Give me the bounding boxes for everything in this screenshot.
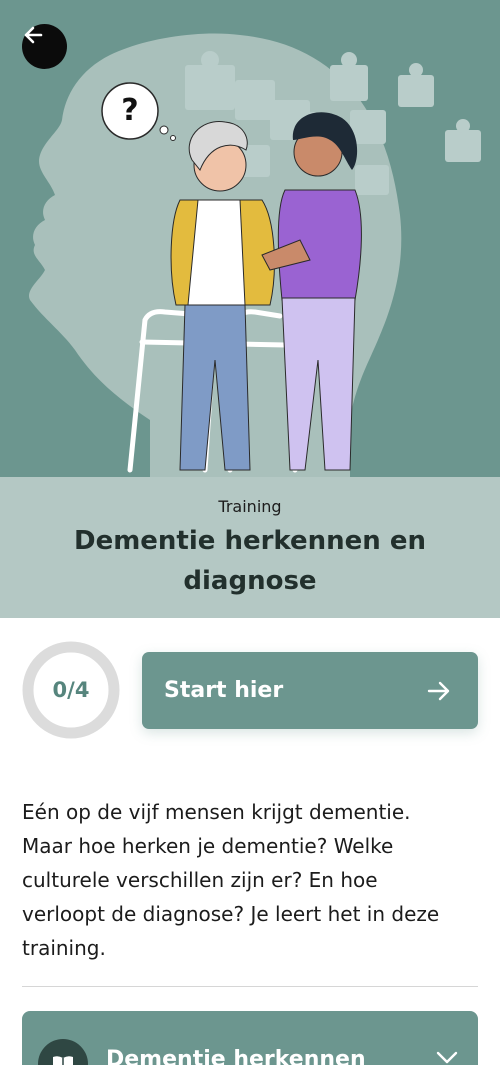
arrow-left-icon [24, 26, 43, 44]
chevron-down-icon[interactable] [436, 1051, 458, 1065]
arrow-right-icon [427, 681, 450, 701]
title-section: Training Dementie herkennen en diagnose [0, 477, 500, 618]
training-description: Eén op de vijf mensen krijgt dementie. M… [22, 800, 440, 960]
thought-question-mark: ? [121, 93, 139, 128]
back-button[interactable] [22, 24, 67, 69]
progress-label: 0/4 [52, 678, 90, 702]
module-icon-badge [38, 1039, 88, 1065]
dementia-care-illustration [29, 33, 481, 477]
start-button[interactable]: Start hier [142, 652, 478, 729]
page-title: Dementie herkennen en diagnose [73, 526, 427, 596]
divider [22, 986, 478, 987]
book-icon [53, 1056, 73, 1065]
module-accordion[interactable]: Dementie herkennen [22, 1011, 478, 1065]
start-button-label: Start hier [164, 678, 284, 703]
hero-illustration: ? [0, 0, 500, 477]
eyebrow-label: Training [218, 497, 282, 516]
module-title: Dementie herkennen [106, 1047, 366, 1065]
